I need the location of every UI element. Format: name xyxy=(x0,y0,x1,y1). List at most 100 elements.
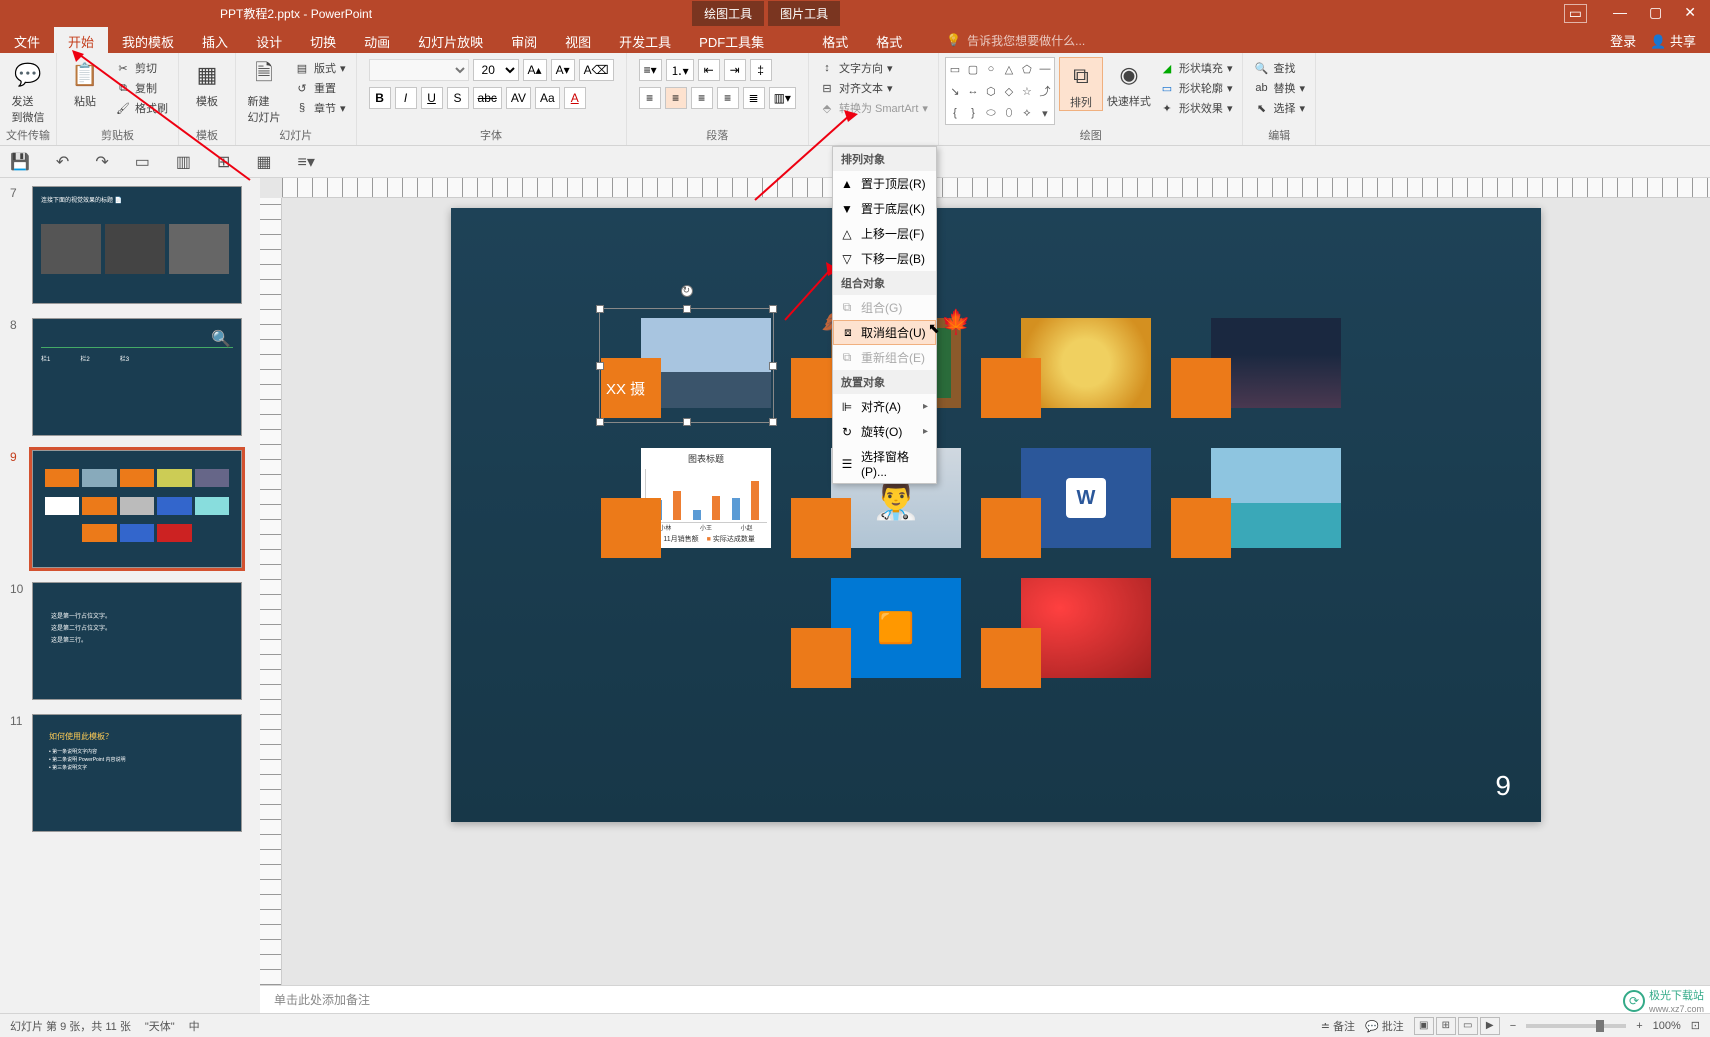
rotate-handle[interactable] xyxy=(681,285,693,297)
arrange-button[interactable]: ⧉ 排列 xyxy=(1059,57,1103,111)
contextual-tab-drawing[interactable]: 绘图工具 xyxy=(692,1,764,26)
slide-thumbnails-panel[interactable]: 7 连接下面的视觉效果的标题 📄 8 🔍栏1栏2栏3 9 10 这是第一行占位文… xyxy=(0,178,260,1013)
shadow-button[interactable]: S xyxy=(447,87,469,109)
format-painter-button[interactable]: 🖌格式刷 xyxy=(113,99,170,117)
zoom-in-button[interactable]: + xyxy=(1636,1020,1642,1032)
text-direction-button[interactable]: ↕文字方向 ▾ xyxy=(817,59,930,77)
find-button[interactable]: 🔍查找 xyxy=(1251,59,1307,77)
increase-font-icon[interactable]: A▴ xyxy=(523,59,547,81)
resize-handle-mr[interactable] xyxy=(769,362,777,370)
replace-button[interactable]: ab替换 ▾ xyxy=(1251,79,1307,97)
tab-file[interactable]: 文件 xyxy=(0,27,54,53)
sorter-view-icon[interactable]: ⊞ xyxy=(1436,1017,1456,1035)
ungroup-item[interactable]: ⧈取消组合(U) xyxy=(833,320,936,345)
strikethrough-button[interactable]: abc xyxy=(473,87,502,109)
bring-forward-item[interactable]: △上移一层(F) xyxy=(833,221,936,246)
tab-pdf[interactable]: PDF工具集 xyxy=(685,27,778,53)
quick-styles-button[interactable]: ◉ 快速样式 xyxy=(1107,57,1151,109)
clear-format-icon[interactable]: A⌫ xyxy=(579,59,614,81)
save-icon[interactable]: 💾 xyxy=(10,152,30,172)
zoom-level[interactable]: 100% xyxy=(1653,1020,1681,1032)
tab-design[interactable]: 设计 xyxy=(242,27,296,53)
tab-insert[interactable]: 插入 xyxy=(188,27,242,53)
char-spacing-button[interactable]: AV xyxy=(506,87,531,109)
comments-toggle[interactable]: 💬 批注 xyxy=(1365,1018,1404,1034)
qat-icon-3[interactable]: ⊞ xyxy=(217,152,230,172)
tell-me-search[interactable]: 💡 告诉我您想要做什么... xyxy=(936,27,1095,53)
tab-developer[interactable]: 开发工具 xyxy=(605,27,685,53)
align-right-button[interactable]: ≡ xyxy=(691,87,713,109)
close-icon[interactable]: ✕ xyxy=(1684,4,1696,23)
orange-square-3[interactable] xyxy=(981,358,1041,418)
shapes-gallery[interactable]: ▭▢○△⬠— ↘↔⬡◇☆⤴ {}⬭⬯⟡▾ xyxy=(945,57,1055,125)
orange-square-4[interactable] xyxy=(1171,358,1231,418)
cut-button[interactable]: ✂剪切 xyxy=(113,59,170,77)
section-button[interactable]: §章节 ▾ xyxy=(292,99,348,117)
notes-pane[interactable]: 单击此处添加备注 xyxy=(260,985,1710,1013)
font-size-select[interactable]: 20 xyxy=(473,59,519,81)
tab-slideshow[interactable]: 幻灯片放映 xyxy=(404,27,497,53)
orange-square-8[interactable] xyxy=(1171,498,1231,558)
layout-button[interactable]: ▤版式 ▾ xyxy=(292,59,348,77)
resize-handle-bm[interactable] xyxy=(683,418,691,426)
italic-button[interactable]: I xyxy=(395,87,417,109)
decrease-font-icon[interactable]: A▾ xyxy=(551,59,575,81)
orange-square-9[interactable] xyxy=(791,628,851,688)
orange-square-10[interactable] xyxy=(981,628,1041,688)
normal-view-icon[interactable]: ▣ xyxy=(1414,1017,1434,1035)
tab-view[interactable]: 视图 xyxy=(551,27,605,53)
qat-icon-2[interactable]: ▥ xyxy=(176,152,191,172)
bullets-button[interactable]: ≡▾ xyxy=(639,59,662,81)
align-item[interactable]: ⊫对齐(A) xyxy=(833,394,936,419)
tab-review[interactable]: 审阅 xyxy=(497,27,551,53)
orange-square-7[interactable] xyxy=(981,498,1041,558)
sign-in-link[interactable]: 登录 xyxy=(1610,31,1636,50)
change-case-button[interactable]: Aa xyxy=(535,87,560,109)
shape-outline-button[interactable]: ▭形状轮廓 ▾ xyxy=(1157,79,1235,97)
maximize-icon[interactable]: ▢ xyxy=(1649,4,1662,23)
shape-fill-button[interactable]: ◢形状填充 ▾ xyxy=(1157,59,1235,77)
copy-button[interactable]: ⧉复制 xyxy=(113,79,170,97)
underline-button[interactable]: U xyxy=(421,87,443,109)
thumbnail-7[interactable]: 7 连接下面的视觉效果的标题 📄 xyxy=(10,186,250,304)
bring-to-front-item[interactable]: ▲置于顶层(R) xyxy=(833,171,936,196)
notes-toggle[interactable]: ≐ 备注 xyxy=(1321,1018,1355,1034)
qat-icon-5[interactable]: ≡▾ xyxy=(298,152,315,172)
bold-button[interactable]: B xyxy=(369,87,391,109)
thumbnail-11[interactable]: 11 如何使用此模板？• 第一条说明文字内容• 第二条说明 PowerPoint… xyxy=(10,714,250,832)
select-button[interactable]: ⬉选择 ▾ xyxy=(1251,99,1307,117)
send-to-back-item[interactable]: ▼置于底层(K) xyxy=(833,196,936,221)
resize-handle-ml[interactable] xyxy=(596,362,604,370)
redo-icon[interactable]: ↷ xyxy=(95,152,108,172)
qat-icon-4[interactable]: ▦ xyxy=(256,152,271,172)
font-color-button[interactable]: A xyxy=(564,87,586,109)
increase-indent-button[interactable]: ⇥ xyxy=(724,59,746,81)
justify-button[interactable]: ≡ xyxy=(717,87,739,109)
tab-animations[interactable]: 动画 xyxy=(350,27,404,53)
slideshow-view-icon[interactable]: ▶ xyxy=(1480,1017,1500,1035)
columns-button[interactable]: ▥▾ xyxy=(769,87,796,109)
language-indicator[interactable]: 中 xyxy=(189,1018,200,1034)
rotate-item[interactable]: ↻旋转(O) xyxy=(833,419,936,444)
new-slide-button[interactable]: 🗎 新建 幻灯片 xyxy=(242,57,286,125)
tab-format-picture[interactable]: 格式 xyxy=(862,27,916,53)
zoom-out-button[interactable]: − xyxy=(1510,1020,1516,1032)
tab-home[interactable]: 开始 xyxy=(54,27,108,53)
minimize-icon[interactable]: ― xyxy=(1613,4,1627,23)
selection-pane-item[interactable]: ☰选择窗格(P)... xyxy=(833,444,936,483)
thumbnail-10[interactable]: 10 这是第一行占位文字。这是第二行占位文字。这是第三行。 xyxy=(10,582,250,700)
align-center-button[interactable]: ≡ xyxy=(665,87,687,109)
numbering-button[interactable]: ⒈▾ xyxy=(666,59,694,81)
tab-transitions[interactable]: 切换 xyxy=(296,27,350,53)
qat-icon-1[interactable]: ▭ xyxy=(135,152,150,172)
tab-format-drawing[interactable]: 格式 xyxy=(808,27,862,53)
resize-handle-bl[interactable] xyxy=(596,418,604,426)
resize-handle-tm[interactable] xyxy=(683,305,691,313)
shape-effects-button[interactable]: ✦形状效果 ▾ xyxy=(1157,99,1235,117)
resize-handle-tl[interactable] xyxy=(596,305,604,313)
line-spacing-button[interactable]: ‡ xyxy=(750,59,772,81)
slide-canvas[interactable]: XX 摄 🍂 🍁 图表标题 xyxy=(451,208,1541,822)
slide-counter[interactable]: 幻灯片 第 9 张，共 11 张 xyxy=(10,1018,131,1034)
send-backward-item[interactable]: ▽下移一层(B) xyxy=(833,246,936,271)
reading-view-icon[interactable]: ▭ xyxy=(1458,1017,1478,1035)
